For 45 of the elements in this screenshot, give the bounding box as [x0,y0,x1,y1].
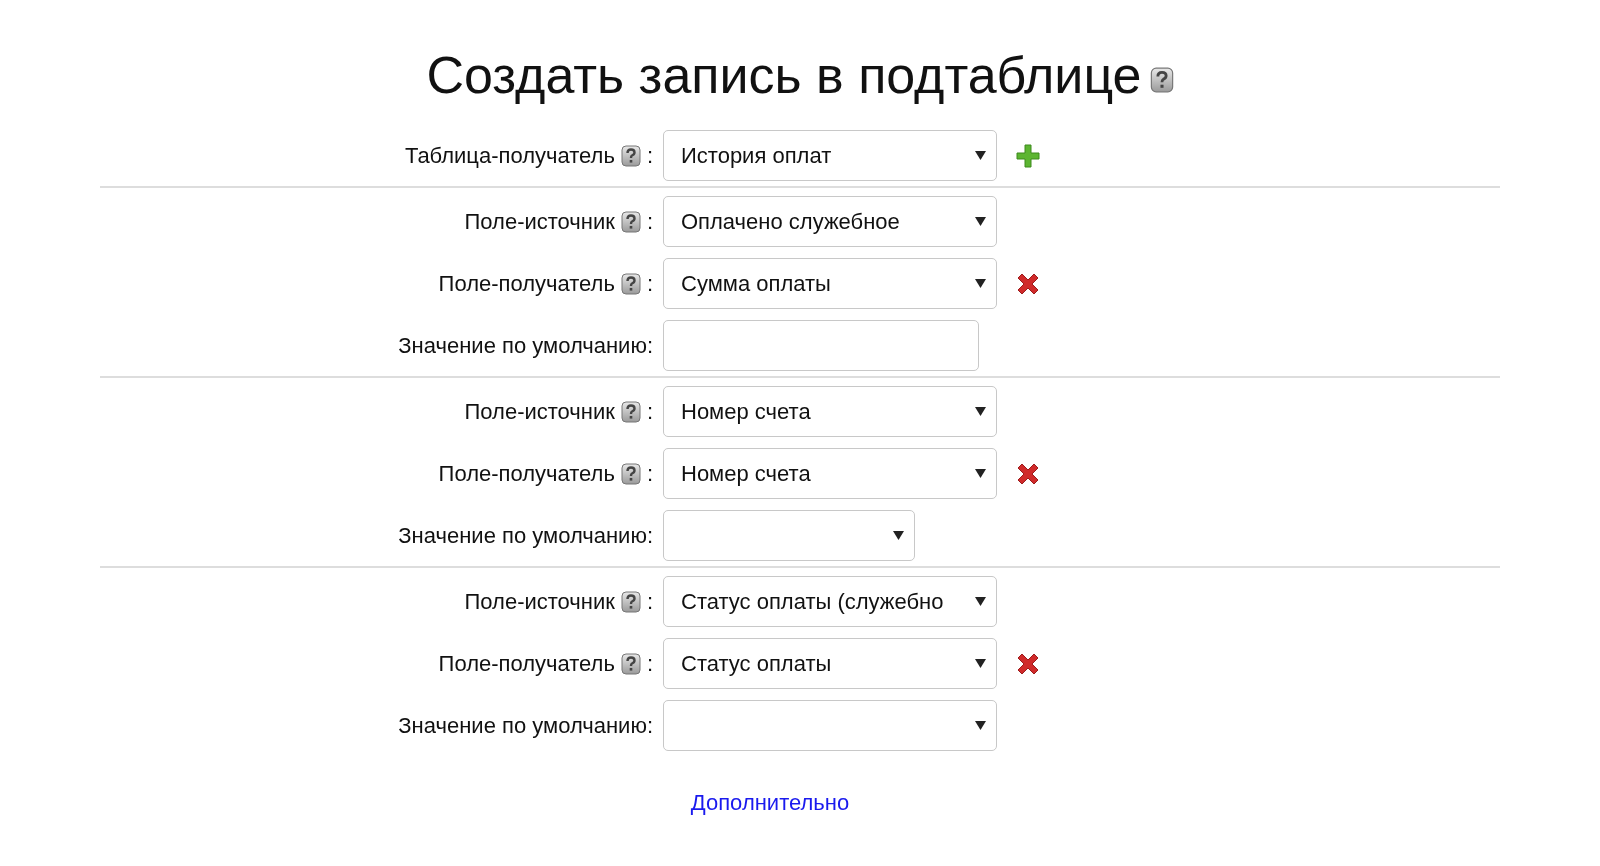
colon-label: : [646,142,653,169]
colon-label: : [646,208,653,235]
field-label: Поле-получатель [438,270,615,297]
field-label: Поле-источник [464,208,615,235]
more-link[interactable]: Дополнительно [690,790,850,816]
dropdown-arrow-icon [975,597,986,606]
dropdown[interactable]: Статус оплаты (служебно [663,576,997,627]
field-label: Поле-источник [464,398,615,425]
field-label: Поле-получатель [438,460,615,487]
dropdown[interactable]: Статус оплаты [663,638,997,689]
help-icon[interactable] [620,590,641,613]
colon-label: : [646,588,653,615]
dropdown-arrow-icon [975,407,986,416]
dropdown-arrow-icon [975,217,986,226]
help-icon[interactable] [620,462,641,485]
field-label: Таблица-получатель [404,142,615,169]
help-icon[interactable] [620,652,641,675]
help-icon[interactable] [620,144,641,167]
field-label: Значение по умолчанию: [398,522,653,549]
field-label: Значение по умолчанию: [398,332,653,359]
colon-label: : [646,650,653,677]
dropdown-arrow-icon [975,151,986,160]
field-label: Поле-получатель [438,650,615,677]
field-label: Поле-источник [464,588,615,615]
help-icon[interactable] [620,400,641,423]
colon-label: : [646,398,653,425]
dropdown-arrow-icon [975,659,986,668]
dropdown-arrow-icon [975,279,986,288]
dropdown[interactable]: Номер счета [663,386,997,437]
dropdown-arrow-icon [975,721,986,730]
help-icon[interactable] [620,210,641,233]
help-icon[interactable] [620,272,641,295]
field-label: Значение по умолчанию: [398,712,653,739]
input-field[interactable] [663,320,979,371]
dropdown[interactable]: Оплачено служебное [663,196,997,247]
dropdown[interactable]: История оплат [663,130,997,181]
page-title: Создать запись в подтаблице [426,45,1142,106]
colon-label: : [646,270,653,297]
dropdown-arrow-icon [975,469,986,478]
dropdown[interactable]: Сумма оплаты [663,258,997,309]
help-icon[interactable] [1149,67,1174,93]
dropdown[interactable]: Номер счета [663,448,997,499]
colon-label: : [646,460,653,487]
dropdown-arrow-icon [893,531,904,540]
add-icon[interactable] [1015,142,1041,169]
